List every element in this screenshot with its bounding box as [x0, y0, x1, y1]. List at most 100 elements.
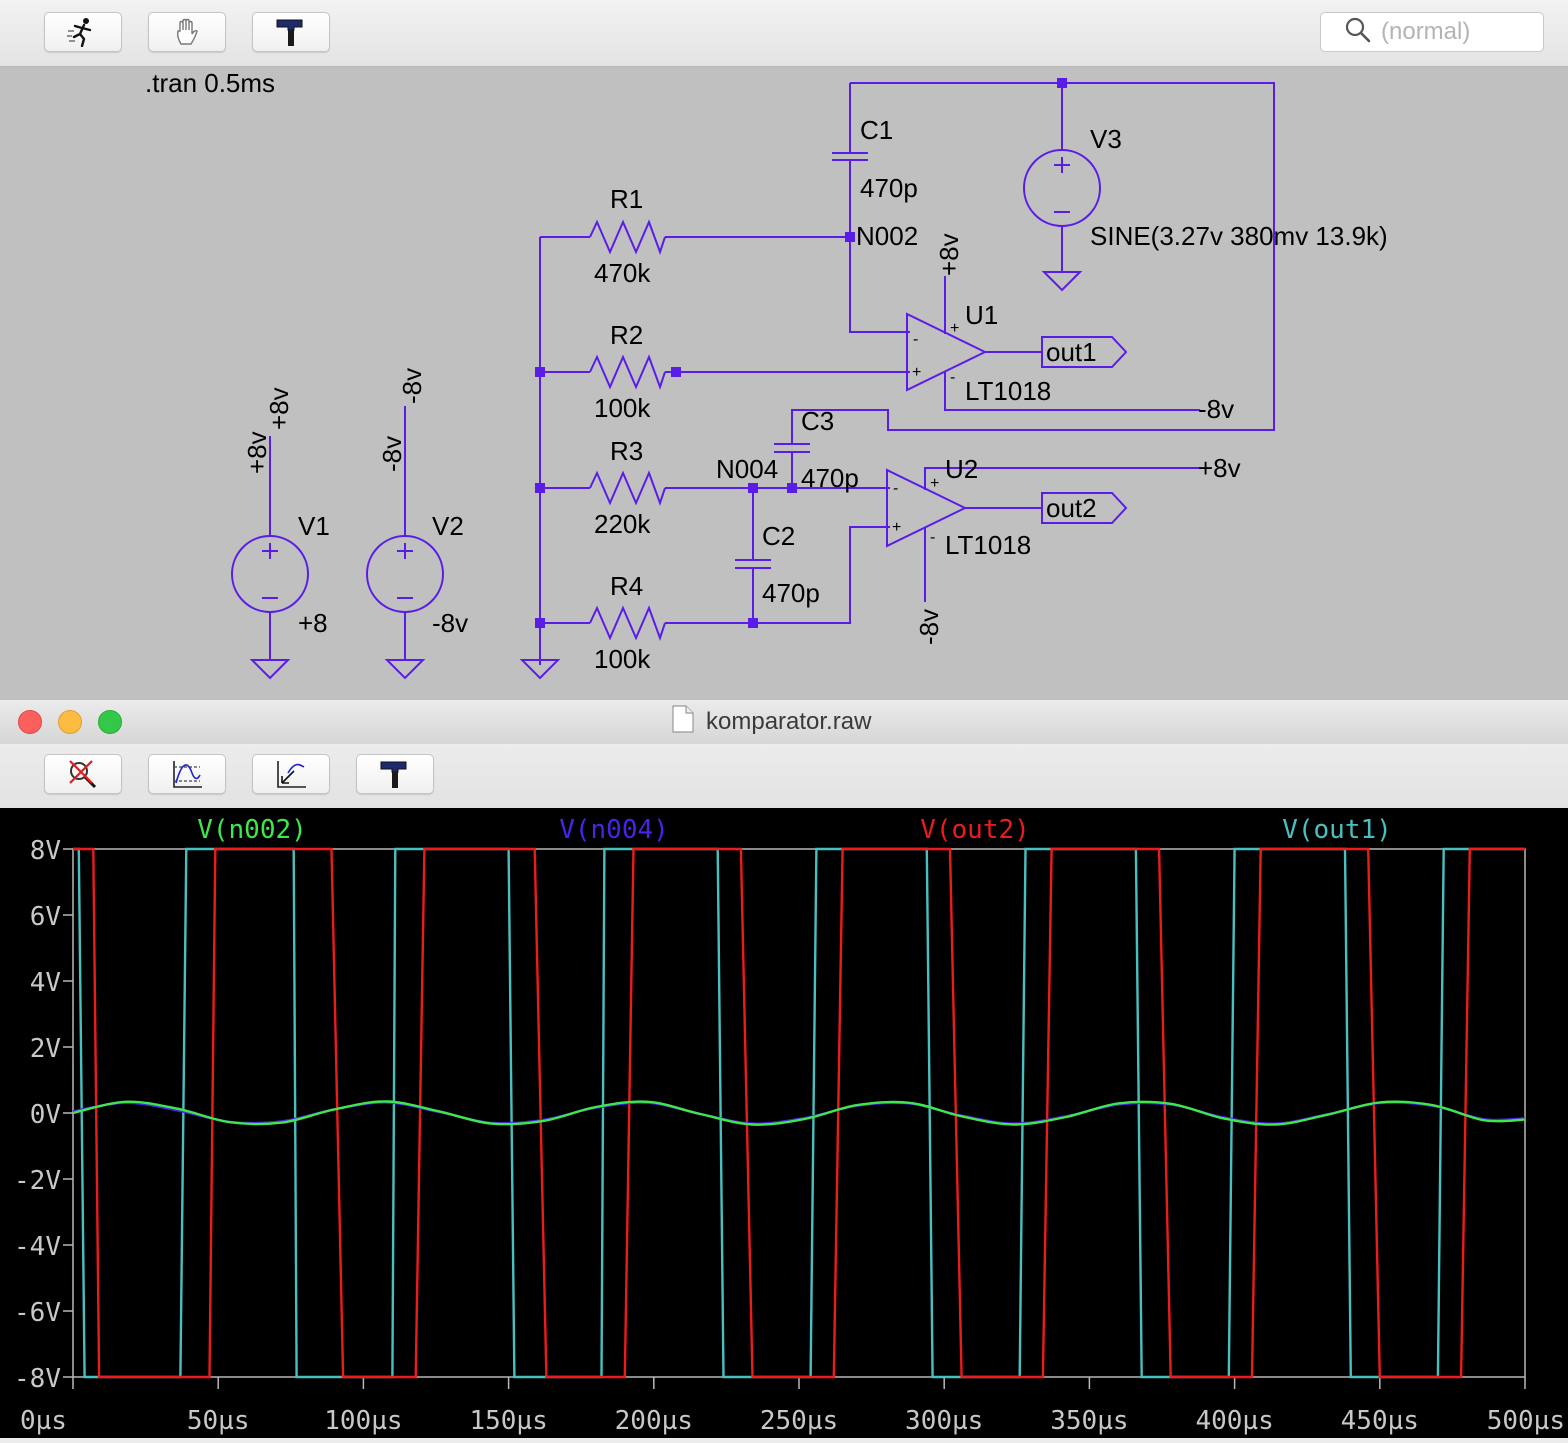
- x-tick-label: 100µs: [324, 1406, 402, 1436]
- window-title: komparator.raw: [672, 704, 872, 736]
- minimize-window-button[interactable]: [58, 710, 82, 734]
- u2-plus-pin: +: [930, 475, 939, 492]
- x-tick-label: 500µs: [1487, 1406, 1565, 1436]
- close-window-button[interactable]: [18, 710, 42, 734]
- u2-minus-pin-2: -: [930, 529, 935, 546]
- document-icon: [672, 704, 694, 740]
- r3-name[interactable]: R3: [610, 436, 643, 466]
- plot-hammer-button[interactable]: [356, 754, 434, 794]
- u1-pos-supply-label[interactable]: +8v: [934, 233, 964, 276]
- u2-minus-pin: -: [893, 480, 898, 497]
- zoom-cancel-button[interactable]: [44, 754, 122, 794]
- v1-net-label[interactable]: +8v: [242, 431, 272, 474]
- y-tick-label: -4V: [14, 1232, 61, 1262]
- net-label-n004[interactable]: N004: [716, 454, 778, 484]
- x-tick-label: 200µs: [615, 1406, 693, 1436]
- port-out2-label[interactable]: out2: [1046, 493, 1097, 523]
- v3-value[interactable]: SINE(3.27v 380mv 13.9k): [1090, 221, 1388, 251]
- v2-wire-label[interactable]: -8v: [397, 368, 427, 404]
- r4-value[interactable]: 100k: [594, 644, 651, 674]
- c3-name[interactable]: C3: [801, 406, 834, 436]
- y-tick-label: 6V: [30, 902, 61, 932]
- y-tick-label: 4V: [30, 968, 61, 998]
- search-icon: [1345, 17, 1371, 48]
- trace-v-out1[interactable]: [73, 847, 1525, 1379]
- c2-name[interactable]: C2: [762, 521, 795, 551]
- schematic-canvas[interactable]: .tran 0.5ms R1 470k R2 100k R3 220k R4 1…: [0, 67, 1568, 700]
- r1-value[interactable]: 470k: [594, 258, 651, 288]
- legend-v-n002[interactable]: V(n002): [197, 815, 307, 845]
- u1-minus-pin-2: -: [950, 369, 955, 386]
- v1-wire-label[interactable]: +8v: [264, 387, 294, 430]
- trace-v-out2[interactable]: [73, 847, 1525, 1379]
- c1-name[interactable]: C1: [860, 115, 893, 145]
- legend-v-n004[interactable]: V(n004): [559, 815, 669, 845]
- port-out1-label[interactable]: out1: [1046, 337, 1097, 367]
- zoom-window-button[interactable]: [98, 710, 122, 734]
- y-tick-label: -6V: [14, 1298, 61, 1328]
- window-title-text: komparator.raw: [706, 708, 872, 735]
- autorange-button[interactable]: [148, 754, 226, 794]
- x-tick-label: 450µs: [1341, 1406, 1419, 1436]
- running-man-icon: [66, 17, 100, 47]
- u1-neg-supply-label[interactable]: -8v: [1198, 394, 1234, 424]
- x-tick-label: 250µs: [760, 1406, 838, 1436]
- run-button[interactable]: [44, 12, 122, 52]
- u1-minus-pin: -: [913, 331, 918, 348]
- v1-value[interactable]: +8: [298, 608, 328, 638]
- x-tick-label: 0µs: [20, 1406, 67, 1436]
- waveform-window: komparator.raw 8V 6V 4V 2V 0V -2V -4V -6…: [0, 700, 1568, 1438]
- c3-value[interactable]: 470p: [801, 463, 859, 493]
- c1-value[interactable]: 470p: [860, 173, 918, 203]
- r2-name[interactable]: R2: [610, 320, 643, 350]
- x-tick-label: 50µs: [187, 1406, 250, 1436]
- r2-value[interactable]: 100k: [594, 393, 651, 423]
- pan-plot-icon: [274, 759, 308, 789]
- zoom-cancel-icon: [66, 759, 100, 789]
- u2-pos-supply-label[interactable]: +8v: [1198, 453, 1241, 483]
- hammer-icon: [274, 16, 308, 48]
- u2-name[interactable]: U2: [945, 454, 978, 484]
- trace-v-n002[interactable]: [72, 1100, 1526, 1126]
- x-tick-label: 350µs: [1050, 1406, 1128, 1436]
- x-tick-label: 400µs: [1195, 1406, 1273, 1436]
- waveform-chart[interactable]: 8V 6V 4V 2V 0V -2V -4V -6V -8V 0µs 50µs 100µs 150µs 2…: [0, 808, 1568, 1438]
- waveform-plot[interactable]: 8V 6V 4V 2V 0V -2V -4V -6V -8V 0µs 50µs 100µs 150µs 2…: [0, 808, 1568, 1438]
- legend-v-out2[interactable]: V(out2): [920, 815, 1030, 845]
- v2-name[interactable]: V2: [432, 511, 464, 541]
- hand-icon: [172, 17, 202, 47]
- schematic-wires: [231, 82, 1275, 680]
- tran-directive[interactable]: .tran 0.5ms: [145, 68, 275, 98]
- window-titlebar: komparator.raw: [0, 700, 1568, 745]
- search-box[interactable]: [1320, 12, 1544, 52]
- r1-name[interactable]: R1: [610, 184, 643, 214]
- net-label-n002[interactable]: N002: [856, 221, 918, 251]
- u1-name[interactable]: U1: [965, 300, 998, 330]
- u2-plus-pin-2: +: [892, 519, 901, 536]
- u1-plus-pin: +: [950, 320, 959, 337]
- r3-value[interactable]: 220k: [594, 509, 651, 539]
- hammer-icon: [378, 758, 412, 790]
- c2-value[interactable]: 470p: [762, 578, 820, 608]
- y-tick-label: 0V: [30, 1100, 61, 1130]
- u2-value[interactable]: LT1018: [945, 530, 1031, 560]
- search-input[interactable]: [1381, 18, 1531, 46]
- pan-plot-button[interactable]: [252, 754, 330, 794]
- y-tick-label: -8V: [14, 1364, 61, 1394]
- v3-name[interactable]: V3: [1090, 124, 1122, 154]
- hammer-button[interactable]: [252, 12, 330, 52]
- pan-button[interactable]: [148, 12, 226, 52]
- v2-net-label[interactable]: -8v: [377, 436, 407, 472]
- x-tick-label: 300µs: [905, 1406, 983, 1436]
- y-tick-label: -2V: [14, 1166, 61, 1196]
- u1-plus-pin-2: +: [912, 364, 921, 381]
- r4-name[interactable]: R4: [610, 571, 643, 601]
- v1-name[interactable]: V1: [298, 511, 330, 541]
- legend-v-out1[interactable]: V(out1): [1282, 815, 1392, 845]
- x-tick-label: 150µs: [469, 1406, 547, 1436]
- y-tick-label: 2V: [30, 1034, 61, 1064]
- u1-value[interactable]: LT1018: [965, 376, 1051, 406]
- plot-toolbar: [0, 744, 1568, 808]
- u2-neg-supply-label[interactable]: -8v: [914, 609, 944, 645]
- v2-value[interactable]: -8v: [432, 608, 468, 638]
